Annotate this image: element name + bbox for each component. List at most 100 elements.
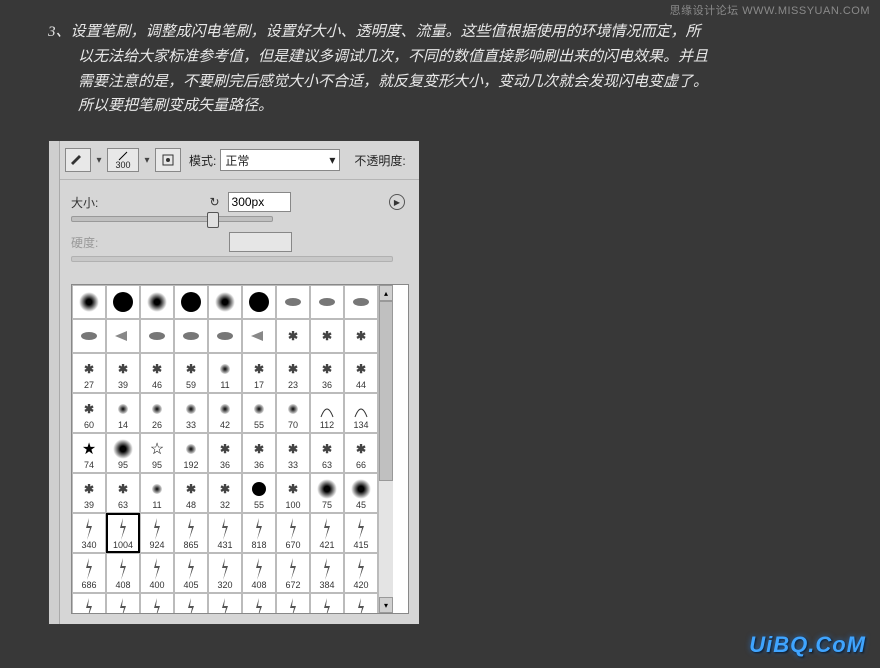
brush-preview-icon[interactable] (65, 148, 91, 172)
brush-preset[interactable]: 415 (344, 513, 378, 553)
brush-preset[interactable]: ✱ (310, 319, 344, 353)
brush-preset[interactable]: 1004 (106, 513, 140, 553)
brush-preset[interactable]: 686 (72, 553, 106, 593)
brush-preset[interactable]: 672 (276, 553, 310, 593)
reset-size-icon[interactable]: ↻ (209, 195, 219, 209)
brush-preset[interactable]: 55 (242, 393, 276, 433)
brush-preset[interactable]: 33 (174, 393, 208, 433)
brush-preset[interactable]: 14 (106, 393, 140, 433)
brush-preset[interactable]: ✱60 (72, 393, 106, 433)
brush-preset[interactable] (242, 319, 276, 353)
brush-preset[interactable]: ☆95 (140, 433, 174, 473)
brush-preset[interactable]: 670 (276, 513, 310, 553)
size-input[interactable] (228, 192, 291, 212)
brush-preset[interactable] (140, 285, 174, 319)
brush-preset[interactable]: 865 (174, 513, 208, 553)
brush-preset[interactable] (106, 319, 140, 353)
brush-preset[interactable]: ✱39 (106, 353, 140, 393)
brush-preset[interactable]: ★74 (72, 433, 106, 473)
brush-preset[interactable]: ✱66 (344, 433, 378, 473)
scroll-up-icon[interactable]: ▴ (379, 285, 393, 301)
brush-preset[interactable] (72, 319, 106, 353)
preset-scrollbar[interactable]: ▴ ▾ (378, 285, 393, 613)
scroll-down-icon[interactable]: ▾ (379, 597, 393, 613)
brush-preset[interactable]: ✱59 (174, 353, 208, 393)
brush-preset[interactable]: 192 (174, 433, 208, 473)
brush-preset[interactable]: 95 (106, 433, 140, 473)
brush-preset[interactable]: 112 (310, 393, 344, 433)
panel-tab-strip[interactable] (49, 141, 60, 624)
brush-preset[interactable]: ✱33 (276, 433, 310, 473)
brush-preset[interactable]: 408 (242, 553, 276, 593)
mode-select[interactable]: 正常 ▾ (220, 149, 340, 171)
brush-preset[interactable] (140, 319, 174, 353)
brush-preset[interactable]: ✱ (344, 319, 378, 353)
brush-size-label: 420 (353, 581, 368, 590)
brush-preview-dropdown-icon[interactable]: ▾ (95, 155, 103, 166)
brush-preset[interactable]: ✱36 (310, 353, 344, 393)
brush-preset[interactable]: ✱44 (344, 353, 378, 393)
brush-preset[interactable]: 45 (344, 473, 378, 513)
brush-preset[interactable]: 340 (72, 513, 106, 553)
brush-preset[interactable]: 408 (106, 553, 140, 593)
brush-preset[interactable]: 70 (276, 393, 310, 433)
brush-size-dropdown-icon[interactable]: ▾ (143, 155, 151, 166)
brush-preset[interactable]: 389 (140, 593, 174, 614)
brush-preset[interactable]: 11 (208, 353, 242, 393)
size-slider-thumb[interactable] (207, 212, 219, 228)
brush-preset[interactable]: ✱48 (174, 473, 208, 513)
brush-preset[interactable]: ✱17 (242, 353, 276, 393)
brush-preset[interactable] (72, 285, 106, 319)
brush-preset[interactable]: 405 (174, 553, 208, 593)
brush-preset[interactable]: ✱36 (242, 433, 276, 473)
brush-preset[interactable] (106, 285, 140, 319)
brush-preset[interactable]: 602 (310, 593, 344, 614)
brush-preset[interactable]: 134 (344, 393, 378, 433)
brush-preset[interactable]: 42 (208, 393, 242, 433)
brush-preset[interactable]: 420 (344, 553, 378, 593)
brush-preset[interactable]: 75 (310, 473, 344, 513)
brush-preset[interactable]: 431 (208, 513, 242, 553)
brush-preset[interactable]: 343 (174, 593, 208, 614)
brush-preset[interactable] (208, 285, 242, 319)
brush-preset[interactable]: ✱27 (72, 353, 106, 393)
brush-preset[interactable]: 26 (140, 393, 174, 433)
brush-size-label: 320 (217, 581, 232, 590)
brush-preset[interactable]: 272 (276, 593, 310, 614)
brush-preset[interactable]: 400 (140, 553, 174, 593)
brush-preset[interactable]: 320 (208, 553, 242, 593)
brush-preset[interactable]: 594 (72, 593, 106, 614)
brush-preset[interactable] (276, 285, 310, 319)
brush-preset[interactable]: 688 (344, 593, 378, 614)
brush-preset[interactable] (310, 285, 344, 319)
brush-preset[interactable]: ✱39 (72, 473, 106, 513)
brush-preset[interactable]: ✱23 (276, 353, 310, 393)
brush-preset[interactable]: 924 (140, 513, 174, 553)
brush-preset[interactable] (174, 285, 208, 319)
brush-preset[interactable]: ✱36 (208, 433, 242, 473)
brush-preset[interactable]: 456 (208, 593, 242, 614)
tablet-pressure-icon[interactable] (155, 148, 181, 172)
brush-preset[interactable]: 421 (310, 513, 344, 553)
brush-preset[interactable]: 818 (242, 513, 276, 553)
brush-preset[interactable]: ✱ (276, 319, 310, 353)
brush-preset[interactable]: 384 (310, 553, 344, 593)
brush-preset[interactable]: ✱63 (106, 473, 140, 513)
brush-preset[interactable]: 55 (242, 473, 276, 513)
brush-preset[interactable] (208, 319, 242, 353)
brush-preset[interactable]: 464 (242, 593, 276, 614)
brush-preset[interactable]: ✱100 (276, 473, 310, 513)
scroll-thumb[interactable] (379, 301, 393, 481)
brush-preset[interactable]: 407 (106, 593, 140, 614)
size-slider[interactable] (71, 216, 273, 222)
scroll-track[interactable] (379, 301, 393, 597)
brush-preset[interactable] (344, 285, 378, 319)
brush-preset[interactable]: ✱46 (140, 353, 174, 393)
brush-preset[interactable] (174, 319, 208, 353)
brush-size-preset[interactable]: 300 (107, 148, 139, 172)
brush-preset[interactable]: ✱32 (208, 473, 242, 513)
brush-preset[interactable]: ✱63 (310, 433, 344, 473)
brush-preset[interactable] (242, 285, 276, 319)
flyout-menu-icon[interactable]: ▶ (389, 194, 405, 210)
brush-preset[interactable]: 11 (140, 473, 174, 513)
